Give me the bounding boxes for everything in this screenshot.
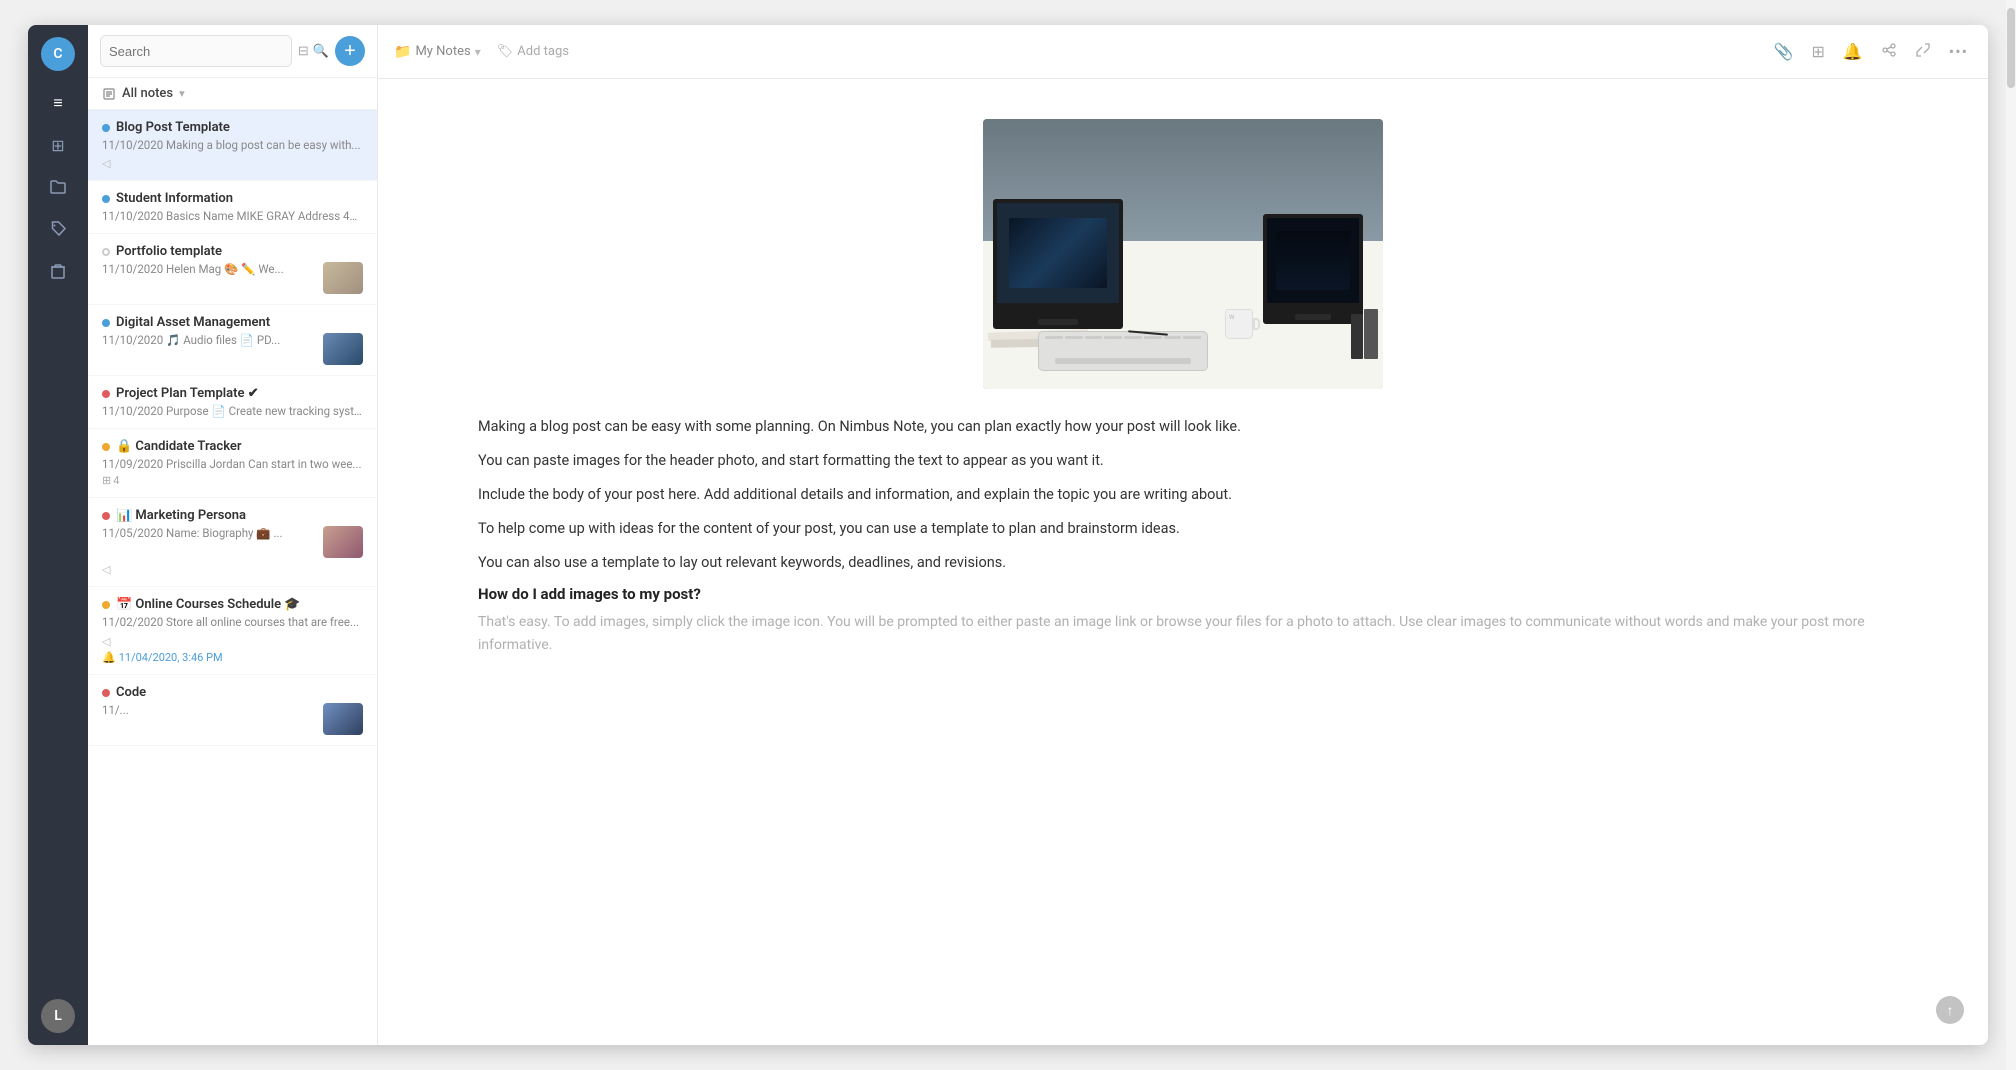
placeholder-paragraph: That's easy. To add images, simply click… [478, 611, 1888, 657]
note-dot [102, 512, 110, 520]
notes-panel: ⊟ 🔍 + All notes ▾ Blog Post Template 11/… [88, 25, 378, 1045]
note-preview: 11/02/2020 Store all online courses that… [102, 615, 363, 629]
note-item-code[interactable]: Code 11/... [88, 675, 377, 746]
note-thumbnail [323, 262, 363, 294]
share-indicator: ◁ [102, 563, 363, 576]
share-indicator: ◁ [102, 157, 363, 170]
search-icon[interactable]: 🔍 [313, 44, 329, 59]
note-preview: 11/... [102, 703, 315, 717]
note-item-blog-post-template[interactable]: Blog Post Template 11/10/2020 Making a b… [88, 110, 377, 181]
note-content-area[interactable]: W Making a blog post can be easy with so… [378, 79, 1988, 1045]
share-indicator: ◁ [102, 635, 110, 648]
note-title: Student Information [116, 191, 363, 206]
tag-icon[interactable] [40, 211, 76, 247]
paragraph-1: Making a blog post can be easy with some… [478, 415, 1888, 439]
notifications-icon[interactable]: 🔔 [1839, 38, 1867, 65]
note-item-online-courses-schedule[interactable]: 📅 Online Courses Schedule 🎓 11/02/2020 S… [88, 587, 377, 675]
hero-image: W [983, 119, 1383, 389]
note-title: Portfolio template [116, 244, 363, 259]
bottom-avatar[interactable]: L [41, 999, 75, 1033]
note-item-marketing-persona[interactable]: 📊 Marketing Persona 11/05/2020 Name: Bio… [88, 498, 377, 587]
note-preview: 11/10/2020 Making a blog post can be eas… [102, 138, 363, 152]
note-item-digital-asset-management[interactable]: Digital Asset Management 11/10/2020 🎵 Au… [88, 305, 377, 376]
desk-scene: W [983, 119, 1383, 389]
note-date-badge: 🔔 11/04/2020, 3:46 PM [102, 651, 363, 664]
notes-panel-header: ⊟ 🔍 + [88, 25, 377, 78]
grid-view-icon[interactable]: ⊞ [1807, 38, 1828, 65]
badge-date: 11/04/2020, 3:46 PM [119, 651, 223, 664]
paragraph-2: You can paste images for the header phot… [478, 449, 1888, 473]
note-item-student-information[interactable]: Student Information 11/10/2020 Basics Na… [88, 181, 377, 234]
note-thumbnail [323, 703, 363, 735]
top-bar: 📁 My Notes ▾ 🏷 Add tags 📎 ⊞ 🔔 ••• [378, 25, 1988, 79]
paragraph-3: Include the body of your post here. Add … [478, 483, 1888, 507]
note-dot [102, 319, 110, 327]
note-item-candidate-tracker[interactable]: 🔒 Candidate Tracker 11/09/2020 Priscilla… [88, 429, 377, 498]
grid-icon[interactable]: ⊞ [40, 127, 76, 163]
note-preview: 11/10/2020 Helen Mag 🎨 ✏️ We... [102, 262, 315, 276]
icon-rail: C ≡ ⊞ L [28, 25, 88, 1045]
note-preview: 11/10/2020 Basics Name MIKE GRAY Address… [102, 209, 363, 223]
note-title: Code [116, 685, 363, 700]
note-body: Making a blog post can be easy with some… [478, 415, 1888, 667]
note-dot [102, 248, 110, 256]
note-preview: 11/09/2020 Priscilla Jordan Can start in… [102, 457, 363, 471]
breadcrumb-folder-icon: 📁 [394, 44, 411, 60]
subheading: How do I add images to my post? [478, 585, 1888, 603]
new-note-button[interactable]: + [335, 36, 365, 66]
add-tags-label: Add tags [517, 44, 569, 59]
note-dot [102, 689, 110, 697]
note-thumbnail [323, 526, 363, 558]
expand-icon[interactable] [1911, 38, 1935, 66]
note-dot [102, 195, 110, 203]
paragraph-4: To help come up with ideas for the conte… [478, 517, 1888, 541]
note-dot [102, 601, 110, 609]
search-icons: ⊟ 🔍 [298, 44, 329, 59]
note-title: Digital Asset Management [116, 315, 363, 330]
note-title: 📊 Marketing Persona [116, 508, 363, 523]
note-preview: 11/10/2020 🎵 Audio files 📄 PD... [102, 333, 315, 347]
breadcrumb-label[interactable]: My Notes [415, 44, 470, 59]
main-area: 📁 My Notes ▾ 🏷 Add tags 📎 ⊞ 🔔 ••• [378, 25, 1988, 1045]
all-notes-row[interactable]: All notes ▾ [88, 78, 377, 110]
breadcrumb: 📁 My Notes ▾ [394, 44, 481, 60]
note-thumbnail [323, 333, 363, 365]
app-window: C ≡ ⊞ L ⊟ 🔍 + All notes ▾ [28, 25, 1988, 1045]
search-box[interactable] [100, 35, 292, 67]
filter-icon[interactable]: ⊟ [298, 44, 309, 59]
note-dot [102, 390, 110, 398]
search-input[interactable] [109, 44, 283, 59]
note-dot [102, 443, 110, 451]
hamburger-icon[interactable]: ≡ [40, 85, 76, 121]
note-preview: 11/10/2020 Purpose 📄 Create new tracking… [102, 404, 363, 418]
share-icon[interactable] [1877, 38, 1901, 66]
note-preview: 11/05/2020 Name: Biography 💼 ... [102, 526, 315, 540]
note-item-project-plan-template[interactable]: Project Plan Template ✔ 11/10/2020 Purpo… [88, 376, 377, 429]
note-dot [102, 124, 110, 132]
note-title: 📅 Online Courses Schedule 🎓 [116, 597, 363, 612]
notes-icon [102, 87, 116, 101]
note-title: 🔒 Candidate Tracker [116, 439, 363, 454]
note-count: ⊞ 4 [102, 474, 363, 487]
add-tags-button[interactable]: 🏷 Add tags [489, 40, 577, 63]
all-notes-arrow[interactable]: ▾ [179, 87, 185, 100]
tag-icon: 🏷 [497, 44, 514, 59]
all-notes-label: All notes [122, 86, 173, 101]
attachment-icon[interactable]: 📎 [1770, 38, 1798, 65]
top-avatar[interactable]: C [41, 37, 75, 71]
trash-icon[interactable] [40, 253, 76, 289]
paragraph-5: You can also use a template to lay out r… [478, 551, 1888, 575]
folder-icon[interactable] [40, 169, 76, 205]
note-title: Project Plan Template ✔ [116, 386, 363, 401]
note-title: Blog Post Template [116, 120, 363, 135]
top-bar-actions: 📎 ⊞ 🔔 ••• [1770, 38, 1972, 66]
more-options-icon[interactable]: ••• [1945, 38, 1972, 65]
breadcrumb-arrow[interactable]: ▾ [475, 45, 481, 59]
note-item-portfolio-template[interactable]: Portfolio template 11/10/2020 Helen Mag … [88, 234, 377, 305]
notes-list: Blog Post Template 11/10/2020 Making a b… [88, 110, 377, 1045]
